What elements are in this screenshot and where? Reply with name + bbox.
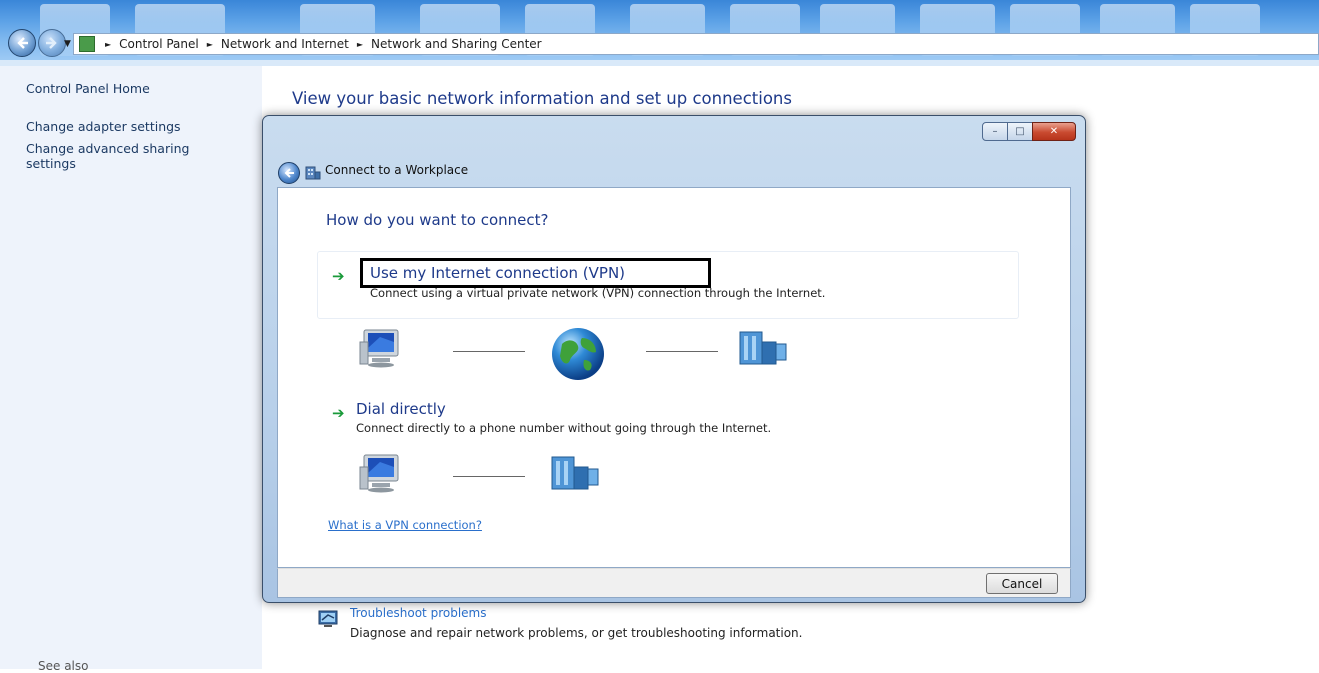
breadcrumb-network-sharing-center[interactable]: Network and Sharing Center bbox=[371, 37, 542, 51]
what-is-vpn-link[interactable]: What is a VPN connection? bbox=[328, 518, 482, 532]
dialog-back-button[interactable] bbox=[278, 162, 300, 184]
minimize-button[interactable]: – bbox=[982, 122, 1008, 141]
back-button[interactable] bbox=[8, 29, 36, 57]
chevron-right-icon: ► bbox=[105, 39, 112, 49]
option-dial-title[interactable]: Dial directly bbox=[356, 400, 446, 418]
forward-button[interactable] bbox=[38, 29, 66, 57]
see-also-heading: See also bbox=[38, 659, 89, 673]
link-control-panel-home[interactable]: Control Panel Home bbox=[26, 81, 150, 96]
connection-line bbox=[453, 351, 525, 352]
link-change-advanced-sharing[interactable]: Change advanced sharing settings bbox=[26, 141, 231, 171]
chevron-right-icon: ► bbox=[206, 39, 213, 49]
connection-line bbox=[646, 351, 718, 352]
troubleshoot-description: Diagnose and repair network problems, or… bbox=[350, 626, 803, 640]
computer-icon bbox=[358, 453, 402, 497]
dialog-body: How do you want to connect? ➔ Use my Int… bbox=[277, 187, 1071, 568]
connect-workplace-dialog: – □ ✕ Connect to a Workplace How do you … bbox=[262, 115, 1086, 603]
globe-icon bbox=[550, 326, 606, 386]
left-navigation-pane: Control Panel Home Change adapter settin… bbox=[0, 66, 262, 673]
chevron-right-icon: ► bbox=[356, 39, 364, 49]
computer-icon bbox=[358, 328, 402, 372]
recent-pages-dropdown[interactable]: ▼ bbox=[64, 39, 71, 49]
green-arrow-icon: ➔ bbox=[332, 267, 345, 285]
page-title: View your basic network information and … bbox=[292, 89, 792, 108]
address-bar[interactable]: ► Control Panel ► Network and Internet ►… bbox=[73, 33, 1319, 55]
window-controls: – □ ✕ bbox=[982, 122, 1076, 141]
title-bar: ▼ ► Control Panel ► Network and Internet… bbox=[0, 0, 1319, 66]
dialog-question: How do you want to connect? bbox=[326, 211, 549, 229]
building-icon bbox=[738, 330, 790, 370]
maximize-button[interactable]: □ bbox=[1007, 122, 1033, 141]
option-dial-description: Connect directly to a phone number witho… bbox=[356, 421, 772, 435]
close-button[interactable]: ✕ bbox=[1032, 122, 1076, 141]
green-arrow-icon: ➔ bbox=[332, 404, 345, 422]
building-icon bbox=[550, 455, 602, 495]
dialog-title: Connect to a Workplace bbox=[325, 163, 469, 177]
connect-workplace-icon bbox=[305, 164, 321, 180]
forward-icon bbox=[46, 37, 57, 49]
back-icon bbox=[17, 37, 28, 49]
dialog-footer: Cancel bbox=[277, 568, 1071, 598]
connection-line bbox=[453, 476, 525, 477]
troubleshoot-icon bbox=[318, 609, 338, 629]
breadcrumb-network-and-internet[interactable]: Network and Internet bbox=[221, 37, 349, 51]
back-icon bbox=[284, 168, 294, 178]
cancel-button[interactable]: Cancel bbox=[986, 573, 1058, 594]
troubleshoot-problems-link[interactable]: Troubleshoot problems bbox=[350, 606, 486, 620]
option-vpn-description: Connect using a virtual private network … bbox=[370, 286, 826, 300]
highlight-box bbox=[360, 258, 711, 288]
breadcrumb-control-panel[interactable]: Control Panel bbox=[119, 37, 199, 51]
link-change-adapter-settings[interactable]: Change adapter settings bbox=[26, 119, 181, 134]
network-icon bbox=[79, 36, 95, 52]
